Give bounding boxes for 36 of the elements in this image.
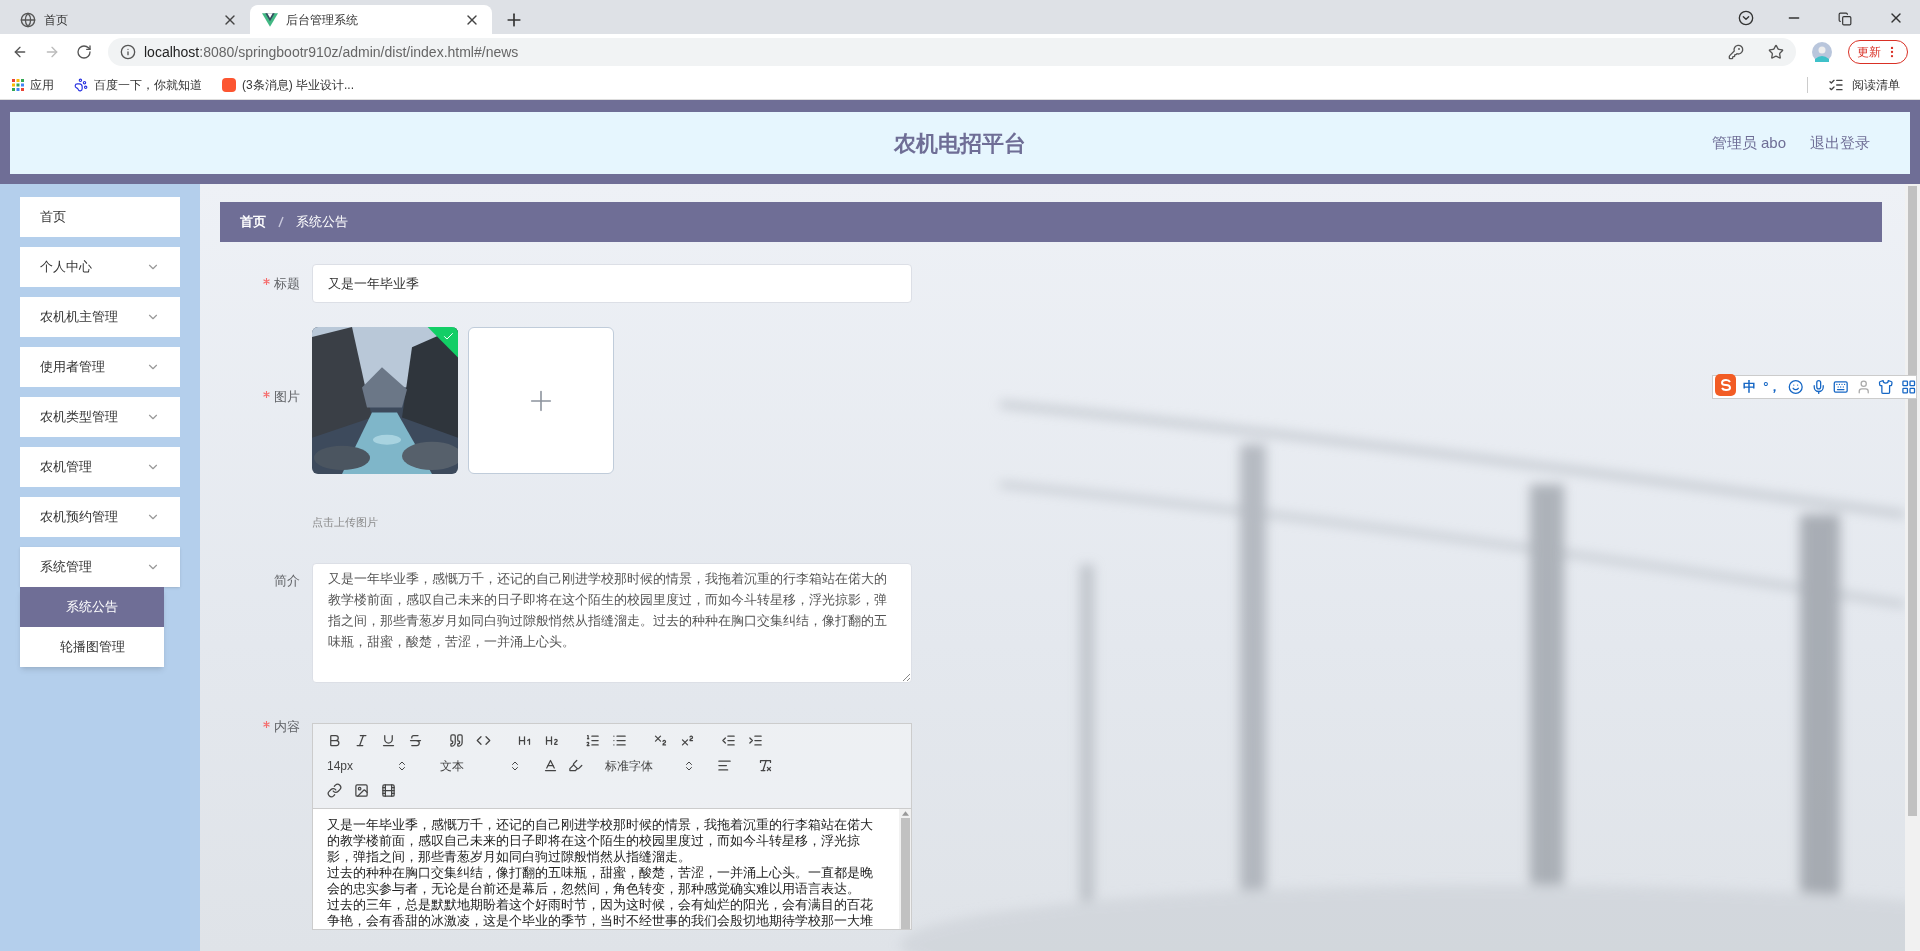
paw-icon: [74, 77, 88, 92]
globe-icon: [20, 11, 36, 28]
info-icon: [120, 44, 136, 60]
browser-tab[interactable]: 后台管理系统: [250, 5, 492, 34]
menu-item[interactable]: 个人中心: [20, 247, 180, 287]
menu-item[interactable]: 农机机主管理: [20, 297, 180, 337]
tab-title: 首页: [44, 11, 69, 29]
bookmark-star-icon[interactable]: [1768, 44, 1784, 60]
menu-item[interactable]: 系统管理: [20, 547, 180, 587]
reading-list-link[interactable]: 阅读清单: [1852, 75, 1900, 94]
bookmark-link[interactable]: (3条消息) 毕业设计...: [242, 75, 354, 94]
tab-search-icon[interactable]: [1738, 10, 1754, 26]
submenu-item[interactable]: 轮播图管理: [20, 627, 164, 667]
url-text: localhost:8080/springbootr910z/admin/dist/index.html#/news: [144, 42, 520, 62]
address-bar[interactable]: localhost:8080/springbootr910z/admin/dist/index.html#/news: [108, 38, 1796, 66]
restore-icon[interactable]: [1838, 12, 1852, 26]
menu-item[interactable]: 首页: [20, 197, 180, 237]
menu-item[interactable]: 使用者管理: [20, 347, 180, 387]
menu-item[interactable]: 农机管理: [20, 447, 180, 487]
back-icon[interactable]: [12, 44, 28, 60]
submenu-item[interactable]: 系统公告: [20, 587, 164, 627]
bookmark-link[interactable]: 百度一下，你就知道: [94, 75, 202, 94]
apps-grid-icon: [12, 78, 24, 91]
page-scrollbar[interactable]: [1905, 184, 1920, 951]
menu-item[interactable]: 农机类型管理: [20, 397, 180, 437]
c-logo-icon: [222, 77, 236, 92]
app-title: 农机电招平台: [894, 129, 1026, 158]
menu-item[interactable]: 农机预约管理: [20, 497, 180, 537]
grid-icon[interactable]: [1900, 379, 1917, 395]
bookmark-link[interactable]: 应用: [30, 75, 54, 94]
v-logo-icon: [262, 11, 278, 28]
logout-link[interactable]: 退出登录: [1810, 131, 1870, 155]
tab-title: 后台管理系统: [286, 11, 359, 29]
user-name: 管理员 abo: [1711, 132, 1786, 153]
reload-icon[interactable]: [76, 44, 92, 60]
key-icon[interactable]: [1728, 44, 1744, 60]
